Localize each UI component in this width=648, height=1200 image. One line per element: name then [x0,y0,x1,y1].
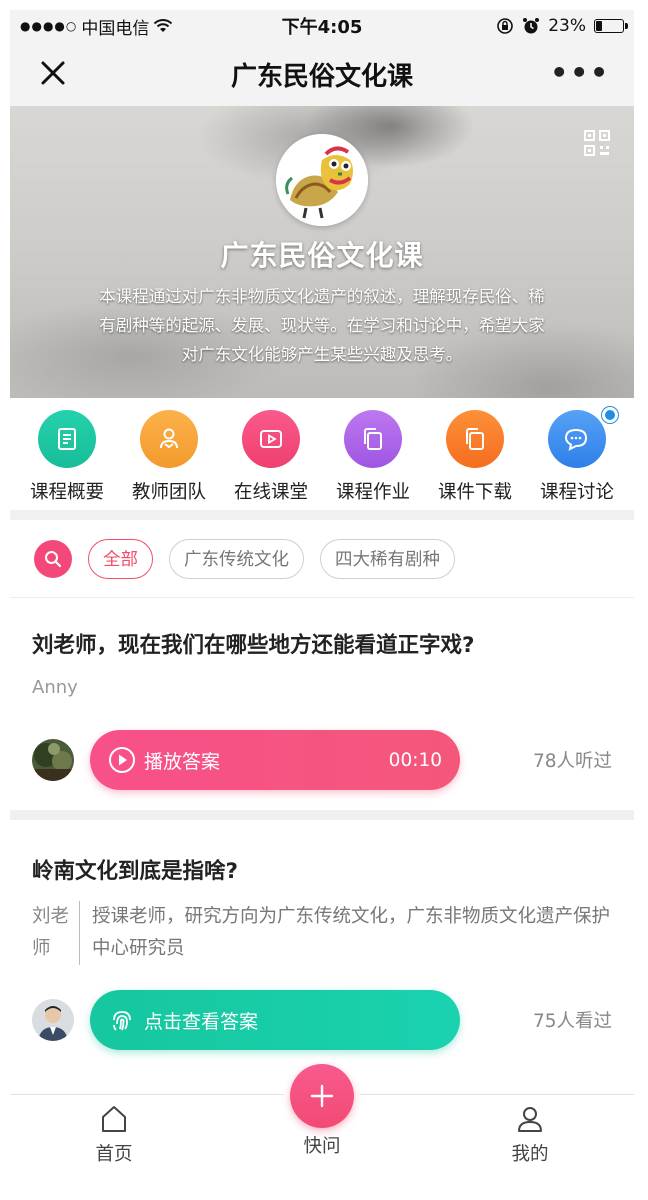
teacher-name: 刘老师 [32,901,80,965]
carrier-name: 中国电信 [81,18,150,39]
teacher-avatar [32,999,74,1041]
landscape-avatar-image [32,739,74,781]
app-frame: ●●●●○ 中国电信 下午4:05 23% 广东民俗文化课 ••• 广东民俗文化… [10,10,634,1180]
course-title: 广东民俗文化课 [220,239,424,272]
online-class-button[interactable] [242,410,300,468]
bottom-tab-bar: 首页 我的 快问 [10,1058,634,1180]
download-file-icon [466,428,484,450]
downloads-button[interactable] [446,410,504,468]
question-title: 岭南文化到底是指啥? [32,859,238,884]
menu-label: 课程概要 [29,482,104,503]
view-answer-label: 点击查看答案 [144,1010,259,1033]
menu-item-discussion[interactable]: 课程讨论 [526,407,628,510]
menu-item-homework[interactable]: 课程作业 [322,410,424,510]
question-card[interactable]: 刘老师，现在我们在哪些地方还能看道正字戏? Anny 播放答案 00:10 78… [10,598,634,820]
status-bar: ●●●●○ 中国电信 下午4:05 23% [10,10,634,42]
more-options-icon[interactable]: ••• [550,58,610,88]
audio-duration: 00:10 [388,749,442,771]
question-card[interactable]: 岭南文化到底是指啥? 刘老师 授课老师，研究方向为广东传统文化，广东非物质文化遗… [10,820,634,1050]
course-description: 本课程通过对广东非物质文化遗产的叙述，理解现存民俗、稀有剧种等的起源、发展、现状… [99,287,545,364]
overview-button[interactable] [38,410,96,468]
teachers-button[interactable] [140,410,198,468]
answerer-avatar [32,739,74,781]
answer-row: 播放答案 00:10 78人听过 [32,730,612,790]
play-answer-button[interactable]: 播放答案 00:10 [90,730,460,790]
battery-fill [596,21,602,31]
rotation-lock-icon [497,18,514,34]
menu-label: 教师团队 [131,482,206,503]
course-menu: 课程概要 教师团队 在线课堂 课程作业 课件下载 课程讨论 [10,398,634,520]
tab-mine[interactable]: 我的 [426,1095,634,1180]
page-title: 广东民俗文化课 [230,61,413,92]
signal-strength: ●●●●○ [20,19,78,33]
discussion-button[interactable] [548,410,606,468]
copy-icon [364,428,382,450]
tab-home[interactable]: 首页 [10,1095,218,1180]
menu-label: 课程讨论 [539,482,614,503]
nav-bar: 广东民俗文化课 ••• [10,42,634,106]
teacher-icon [160,428,178,449]
menu-item-downloads[interactable]: 课件下载 [424,410,526,510]
menu-label: 在线课堂 [233,482,308,503]
document-icon [58,428,76,450]
quick-ask-button[interactable] [290,1064,354,1128]
video-icon [260,430,282,448]
close-icon[interactable] [38,58,68,88]
lion-dance-image [276,134,368,226]
filter-chip-rare-operas[interactable]: 四大稀有剧种 [320,538,455,579]
view-answer-button[interactable]: 点击查看答案 [90,990,460,1050]
battery-percent: 23% [548,16,586,36]
homework-button[interactable] [344,410,402,468]
fingerprint-icon [113,1011,131,1031]
quick-ask-fab-wrap [284,1058,360,1134]
question-title: 刘老师，现在我们在哪些地方还能看道正字戏? [32,633,475,658]
menu-label: 课程作业 [335,482,410,503]
wifi-icon [154,19,173,32]
search-icon [45,550,62,567]
teacher-description: 授课老师，研究方向为广东传统文化，广东非物质文化遗产保护中心研究员 [92,906,611,959]
status-left: ●●●●○ 中国电信 [20,14,173,39]
notification-dot [602,407,618,423]
plus-icon [310,1084,334,1108]
user-icon [518,1107,542,1132]
play-icon [109,747,135,773]
filter-chip-guangdong-culture[interactable]: 广东传统文化 [169,538,304,579]
course-hero: 广东民俗文化课 本课程通过对广东非物质文化遗产的叙述，理解现存民俗、稀有剧种等的… [10,106,634,398]
teacher-info: 刘老师 授课老师，研究方向为广东传统文化，广东非物质文化遗产保护中心研究员 [32,901,612,965]
status-right: 23% [496,16,628,36]
play-answer-label: 播放答案 [144,750,221,773]
qr-code-icon[interactable] [584,130,610,156]
menu-item-overview[interactable]: 课程概要 [16,410,118,510]
view-count: 75人看过 [532,1011,612,1032]
question-author: Anny [32,677,78,698]
battery-icon [594,19,628,33]
course-avatar [276,134,368,226]
tab-mine-label: 我的 [511,1144,549,1165]
answer-row: 点击查看答案 75人看过 [32,990,612,1050]
search-button[interactable] [34,539,72,578]
menu-item-online-class[interactable]: 在线课堂 [220,410,322,510]
teacher-photo-image [32,999,74,1041]
listen-count: 78人听过 [532,751,612,772]
alarm-icon [523,18,540,34]
home-icon [102,1106,126,1132]
menu-label: 课件下载 [437,482,512,503]
filter-chip-all[interactable]: 全部 [88,538,153,579]
menu-item-teachers[interactable]: 教师团队 [118,410,220,510]
filter-bar: 全部 广东传统文化 四大稀有剧种 [10,520,634,598]
tab-home-label: 首页 [95,1144,133,1165]
chat-icon [564,428,588,451]
